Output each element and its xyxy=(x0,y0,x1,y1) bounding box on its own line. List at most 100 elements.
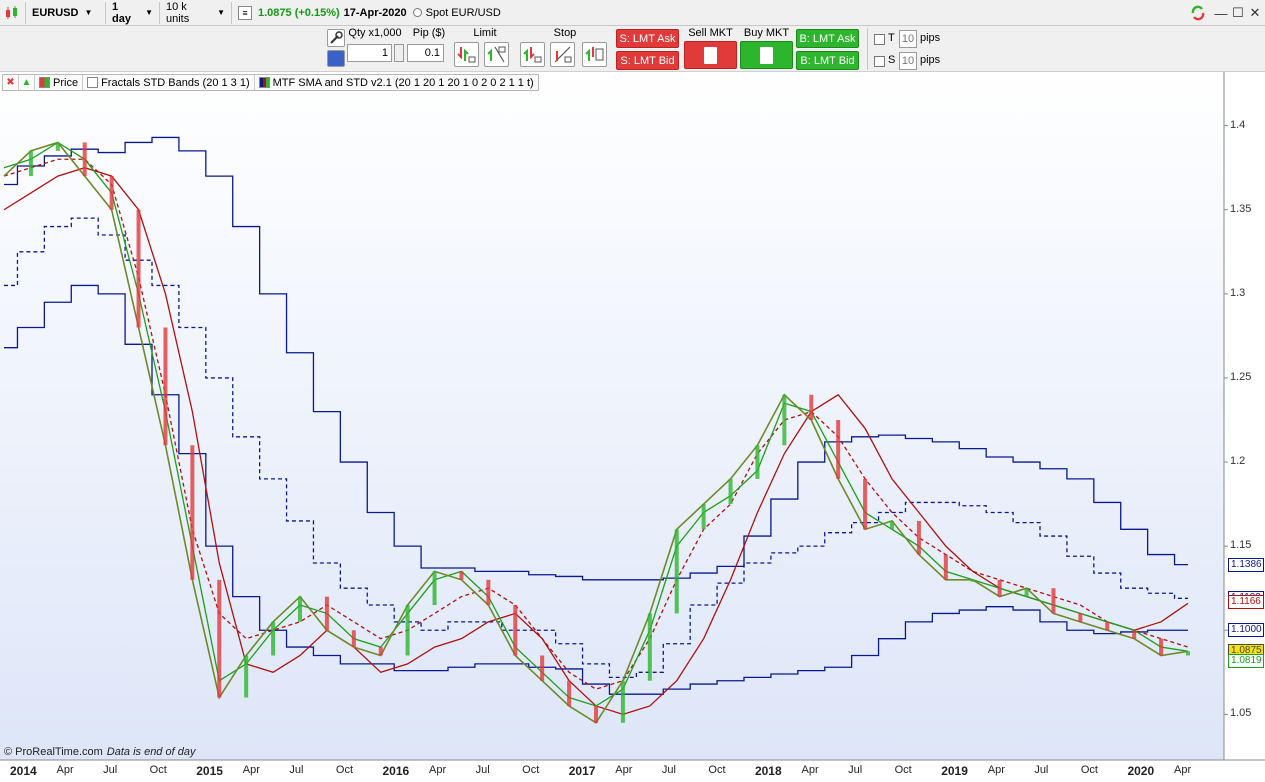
sell-limit-ask-button[interactable]: S: LMT Ask xyxy=(616,29,679,48)
qty-label: Qty x1,000 xyxy=(348,27,402,39)
x-tick-label: Apr xyxy=(242,764,260,776)
y-tick-label: 1.4 xyxy=(1230,118,1246,131)
price-candle xyxy=(970,579,975,582)
units-selector[interactable]: 10 k units ▼ xyxy=(160,0,232,25)
price-candle xyxy=(55,142,60,151)
legend-item-fractals[interactable]: Fractals STD Bands (20 1 3 1) xyxy=(83,75,255,90)
stop-pips-input[interactable]: 10 xyxy=(899,52,917,70)
chevron-down-icon: ▼ xyxy=(145,8,153,17)
keypad-icon[interactable] xyxy=(327,50,345,67)
qty-spinner[interactable] xyxy=(394,44,404,62)
qty-input[interactable]: 1 xyxy=(347,44,392,62)
instrument-selector[interactable]: EURUSD ▼ xyxy=(26,1,106,24)
price-candle xyxy=(997,579,1002,597)
y-tick-label: 1.05 xyxy=(1230,707,1252,720)
price-tag: 1.0819 xyxy=(1228,653,1264,668)
stop-s-label: S xyxy=(888,54,896,66)
credit-note: Data is end of day xyxy=(106,746,196,758)
remove-icon[interactable]: ✖ xyxy=(3,75,19,90)
chart-area[interactable]: ✖ ▲ Price Fractals STD Bands (20 1 3 1) … xyxy=(0,72,1265,782)
x-tick-label: 2017 xyxy=(568,764,596,778)
buy-mkt-label: Buy MKT xyxy=(743,27,790,39)
chevron-down-icon: ▼ xyxy=(217,8,225,17)
x-tick-label: Oct xyxy=(522,764,540,776)
stop-trail-icon[interactable] xyxy=(550,42,575,67)
price-candle xyxy=(890,520,894,530)
buy-market-button[interactable] xyxy=(740,41,793,69)
price-candle xyxy=(567,680,572,706)
x-tick-label: 2014 xyxy=(10,764,37,778)
price-candle xyxy=(916,520,921,555)
price-candle xyxy=(351,630,356,648)
mtf-swatch-icon xyxy=(258,77,270,88)
legend-mtf-label: MTF SMA and STD v2.1 (20 1 20 1 20 1 0 2… xyxy=(272,76,534,89)
info-icon[interactable]: ≡ xyxy=(238,5,252,20)
price-candle xyxy=(540,655,545,681)
y-tick-label: 1.3 xyxy=(1230,286,1246,299)
x-tick-label: Oct xyxy=(894,764,912,776)
price-candle xyxy=(324,596,329,631)
price-candle xyxy=(782,394,787,446)
sync-icon[interactable] xyxy=(1188,3,1208,23)
price-candle xyxy=(701,504,706,530)
buy-limit-bid-button[interactable]: B: LMT Bid xyxy=(796,51,859,70)
price-candle xyxy=(674,529,679,614)
stop-buy-icon[interactable] xyxy=(582,42,607,67)
sell-market-button[interactable] xyxy=(684,41,737,69)
quote-date: 17-Apr-2020 xyxy=(343,6,407,19)
price-candle xyxy=(82,142,87,177)
buy-limit-ask-button[interactable]: B: LMT Ask xyxy=(796,29,859,48)
price-tag: 1.1000 xyxy=(1228,623,1264,638)
target-checkbox[interactable] xyxy=(874,34,885,45)
wrench-icon[interactable] xyxy=(327,29,345,47)
x-tick-label: Jul xyxy=(475,764,490,776)
document-icon xyxy=(760,46,773,64)
limit-sell-icon[interactable] xyxy=(454,42,479,67)
timeframe-label: 1 day xyxy=(112,0,131,25)
plot-background xyxy=(0,72,1224,760)
price-candle xyxy=(755,445,760,479)
price-candle xyxy=(1186,651,1190,656)
close-icon[interactable]: ✕ xyxy=(1245,3,1265,23)
legend-fractals-label: Fractals STD Bands (20 1 3 1) xyxy=(101,76,250,89)
price-candle xyxy=(1078,613,1083,622)
price-candle xyxy=(1132,630,1137,639)
stop-sell-icon[interactable] xyxy=(520,42,545,67)
limit-buy-icon[interactable] xyxy=(484,42,509,67)
legend-item-mtf[interactable]: MTF SMA and STD v2.1 (20 1 20 1 20 1 0 2… xyxy=(255,75,538,90)
limit-label: Limit xyxy=(473,27,497,39)
properties-icon[interactable]: ▲ xyxy=(19,75,35,90)
price-candle xyxy=(1105,621,1110,631)
candlestick-icon[interactable] xyxy=(0,1,26,24)
y-tick-label: 1.35 xyxy=(1230,202,1252,215)
price-chart[interactable] xyxy=(0,72,1265,782)
stop-label: Stop xyxy=(553,27,577,39)
price-candle xyxy=(459,571,464,580)
price-candle xyxy=(1051,588,1056,614)
units-label: 10 k units xyxy=(166,0,190,25)
price-candle xyxy=(728,478,733,505)
order-panel: Qty x1,000 Pip ($) 1 0.1 Limit Stop S: L… xyxy=(0,26,1265,72)
legend-item-price[interactable]: Price xyxy=(35,75,84,90)
indicator-legend: ✖ ▲ Price Fractals STD Bands (20 1 3 1) … xyxy=(2,74,539,91)
chevron-down-icon: ▼ xyxy=(84,8,93,17)
instrument-label: EURUSD xyxy=(32,6,79,19)
y-tick-label: 1.2 xyxy=(1230,455,1246,468)
price-candle xyxy=(378,647,383,656)
stop-checkbox[interactable] xyxy=(874,56,885,67)
price-candle xyxy=(647,613,652,681)
price-candle xyxy=(486,579,491,606)
spot-radio[interactable] xyxy=(412,8,422,17)
y-tick-label: 1.25 xyxy=(1230,370,1252,383)
x-tick-label: 2016 xyxy=(382,764,410,778)
target-pips-input[interactable]: 10 xyxy=(899,30,917,48)
timeframe-selector[interactable]: 1 day ▼ xyxy=(106,0,160,25)
x-tick-label: Jul xyxy=(289,764,304,776)
sell-limit-bid-button[interactable]: S: LMT Bid xyxy=(616,51,679,70)
x-tick-label: Apr xyxy=(801,764,819,776)
price-candle xyxy=(620,680,625,723)
pip-input[interactable]: 0.1 xyxy=(407,44,444,62)
quote-display: ≡ 1.0875 (+0.15%) 17-Apr-2020 Spot EUR/U… xyxy=(232,2,507,24)
legend-price-label: Price xyxy=(53,76,79,89)
price-candle xyxy=(190,445,195,580)
